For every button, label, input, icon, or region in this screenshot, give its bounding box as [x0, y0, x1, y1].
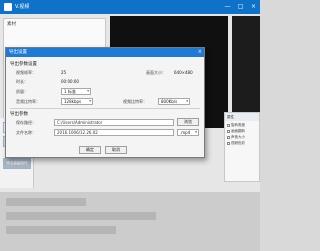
- property-checkbox[interactable]: [227, 142, 230, 145]
- chevron-down-icon: ▾: [195, 130, 197, 134]
- fps-value: 25: [61, 70, 67, 75]
- video-bitrate-value: 800Kb/s: [161, 99, 178, 104]
- timeline-track[interactable]: [6, 198, 86, 206]
- close-button[interactable]: ×: [247, 0, 260, 14]
- audio-bitrate-label: 音频比特率：: [16, 99, 40, 104]
- video-settings-title: 导出参数设置: [10, 62, 37, 67]
- filename-label: 文件名称：: [16, 130, 36, 135]
- maximize-button[interactable]: □: [234, 0, 247, 14]
- duration-value: 00:00:00: [61, 79, 79, 84]
- save-path-label: 保存路径：: [16, 120, 36, 125]
- property-checkbox[interactable]: [227, 136, 230, 139]
- divider: [10, 108, 200, 109]
- video-bitrate-select[interactable]: 800Kb/s ▾: [158, 98, 190, 105]
- filename-field[interactable]: 2016.1006/12.26.02: [54, 129, 174, 136]
- app-titlebar: V.视频 — □ ×: [0, 0, 260, 14]
- format-select-value: .mp4: [180, 130, 191, 135]
- output-settings-title: 导出参数: [10, 112, 28, 117]
- audio-bitrate-select[interactable]: 128kbps ▾: [61, 98, 93, 105]
- properties-panel: 属性 旋转角度 画面翻转 声音大小 视频色彩: [224, 112, 260, 182]
- chevron-down-icon: ▾: [89, 99, 91, 103]
- app-title: V.视频: [15, 4, 30, 10]
- duration-label: 时长：: [16, 79, 28, 84]
- dialog-title: 导出设置: [9, 50, 27, 55]
- property-item[interactable]: 旋转角度: [231, 123, 245, 128]
- timeline-track[interactable]: [6, 212, 156, 220]
- save-path-field[interactable]: C:/Users/Administrator: [54, 119, 174, 126]
- timeline: [0, 192, 260, 251]
- cancel-button[interactable]: 取消: [105, 146, 127, 154]
- quality-label: 质量：: [16, 89, 28, 94]
- browse-button[interactable]: 浏览: [177, 118, 199, 126]
- app-logo-icon: [4, 3, 12, 11]
- size-value: 640×480: [174, 70, 193, 75]
- dialog-close-button[interactable]: ×: [198, 48, 202, 57]
- quality-select[interactable]: 1 标准 ▾: [61, 88, 91, 95]
- chevron-down-icon: ▾: [87, 89, 89, 93]
- fps-label: 视频帧率：: [16, 70, 36, 75]
- property-checkbox[interactable]: [227, 124, 230, 127]
- format-select[interactable]: .mp4 ▾: [177, 129, 199, 136]
- property-item[interactable]: 视频色彩: [231, 141, 245, 146]
- property-item[interactable]: 画面翻转: [231, 129, 245, 134]
- export-dialog: 导出设置 × 导出参数设置 视频帧率： 25 画面大小： 640×480 时长：…: [5, 47, 205, 158]
- material-panel-label: 素材: [7, 22, 16, 27]
- property-checkbox[interactable]: [227, 130, 230, 133]
- chevron-down-icon: ▾: [186, 99, 188, 103]
- quality-select-value: 1 标准: [64, 89, 76, 94]
- timeline-track[interactable]: [6, 226, 116, 234]
- ok-button[interactable]: 确定: [79, 146, 101, 154]
- minimize-button[interactable]: —: [221, 0, 234, 14]
- full-advanced-button[interactable]: 完全高级制作: [3, 158, 31, 169]
- properties-header: 属性: [225, 113, 259, 121]
- property-item[interactable]: 声音大小: [231, 135, 245, 140]
- dialog-titlebar: 导出设置 ×: [6, 48, 204, 57]
- audio-bitrate-value: 128kbps: [64, 99, 82, 104]
- video-bitrate-label: 视频比特率：: [123, 99, 147, 104]
- size-label: 画面大小：: [146, 70, 166, 75]
